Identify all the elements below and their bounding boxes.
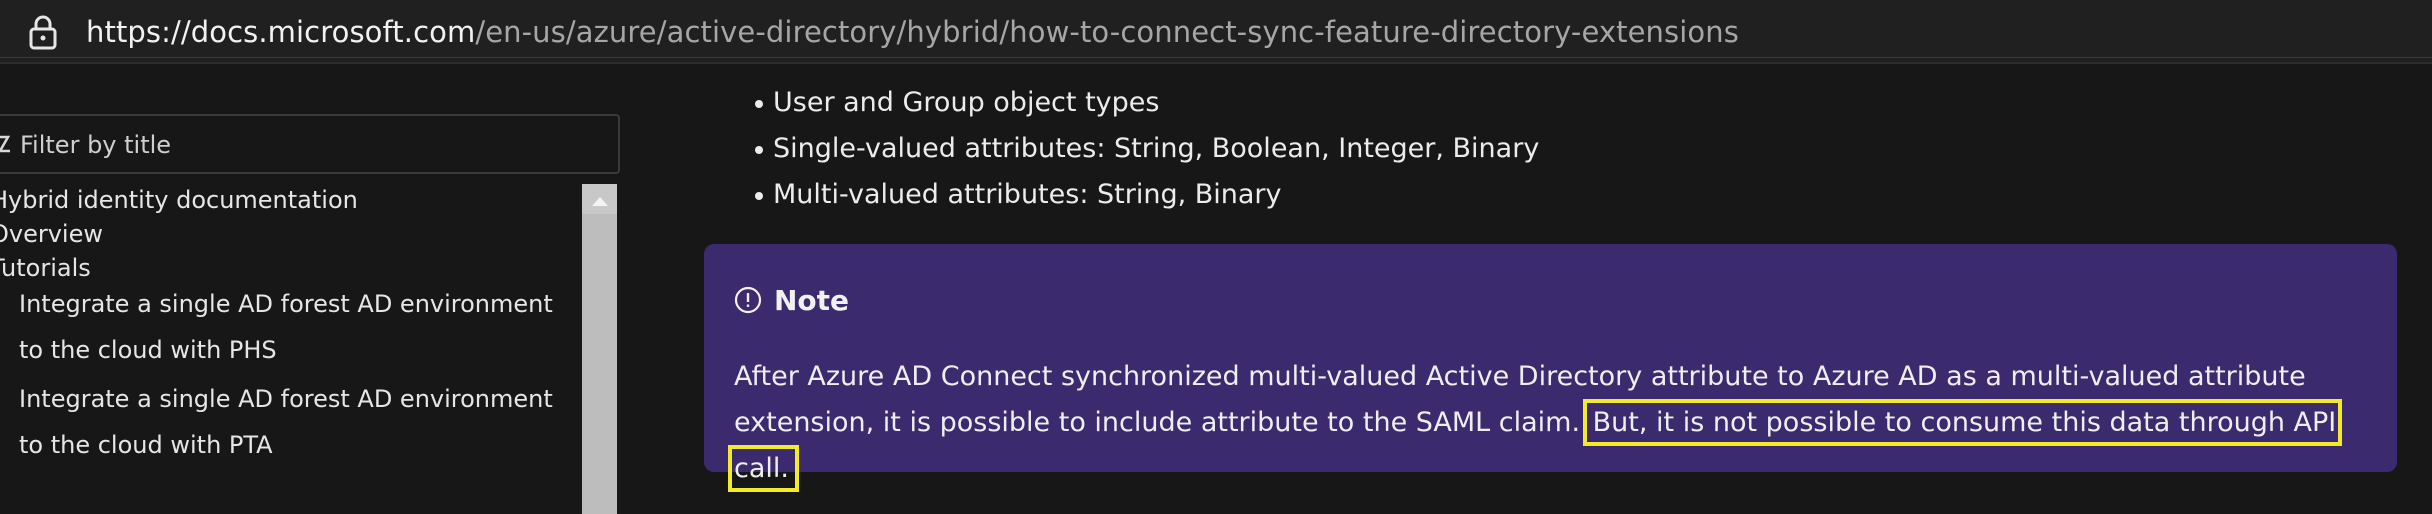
scroll-up-arrow-icon[interactable]	[590, 194, 610, 208]
filter-box[interactable]	[0, 114, 620, 174]
url-text[interactable]: https://docs.microsoft.com/en-us/azure/a…	[86, 14, 1739, 50]
list-item: User and Group object types	[640, 80, 1539, 126]
url-host: https://docs.microsoft.com	[86, 15, 476, 49]
url-path: /en-us/azure/active-directory/hybrid/how…	[475, 15, 1739, 49]
info-circle-icon	[734, 286, 762, 314]
lock-icon[interactable]	[26, 14, 60, 50]
list-item: Multi-valued attributes: String, Binary	[640, 172, 1539, 218]
supported-types-list: User and Group object types Single-value…	[640, 80, 1539, 218]
address-bar: https://docs.microsoft.com/en-us/azure/a…	[0, 0, 2432, 64]
scrollbar-thumb[interactable]	[582, 214, 617, 514]
note-title: Note	[774, 283, 850, 317]
list-item-text: Multi-valued attributes: String, Binary	[773, 179, 1282, 210]
url-field[interactable]: https://docs.microsoft.com/en-us/azure/a…	[0, 2, 2432, 58]
sidebar-toc: Hybrid identity documentation Overview T…	[0, 64, 640, 514]
bullet-dot	[755, 146, 763, 154]
note-callout: Note After Azure AD Connect synchronized…	[704, 244, 2397, 492]
bullet-dot	[755, 192, 763, 200]
article-content: User and Group object types Single-value…	[640, 64, 2432, 509]
toc-item-tutorials[interactable]: Tutorials	[0, 254, 91, 282]
list-item-text: Single-valued attributes: String, Boolea…	[773, 133, 1540, 164]
note-body: After Azure AD Connect synchronized mult…	[727, 354, 2374, 492]
bullet-dot	[755, 100, 763, 108]
list-item: Single-valued attributes: String, Boolea…	[640, 126, 1539, 172]
note-header: Note	[734, 282, 849, 318]
filter-input[interactable]	[18, 116, 582, 174]
filter-icon	[0, 135, 11, 153]
sidebar-scrollbar[interactable]	[582, 184, 617, 514]
toc-item-overview[interactable]: Overview	[0, 220, 103, 248]
toc-item-integrate-phs[interactable]: Integrate a single AD forest AD environm…	[19, 281, 559, 373]
toc-item-integrate-pta[interactable]: Integrate a single AD forest AD environm…	[19, 376, 559, 468]
toc-item-hybrid-identity-documentation[interactable]: Hybrid identity documentation	[0, 186, 358, 214]
list-item-text: User and Group object types	[773, 87, 1160, 118]
